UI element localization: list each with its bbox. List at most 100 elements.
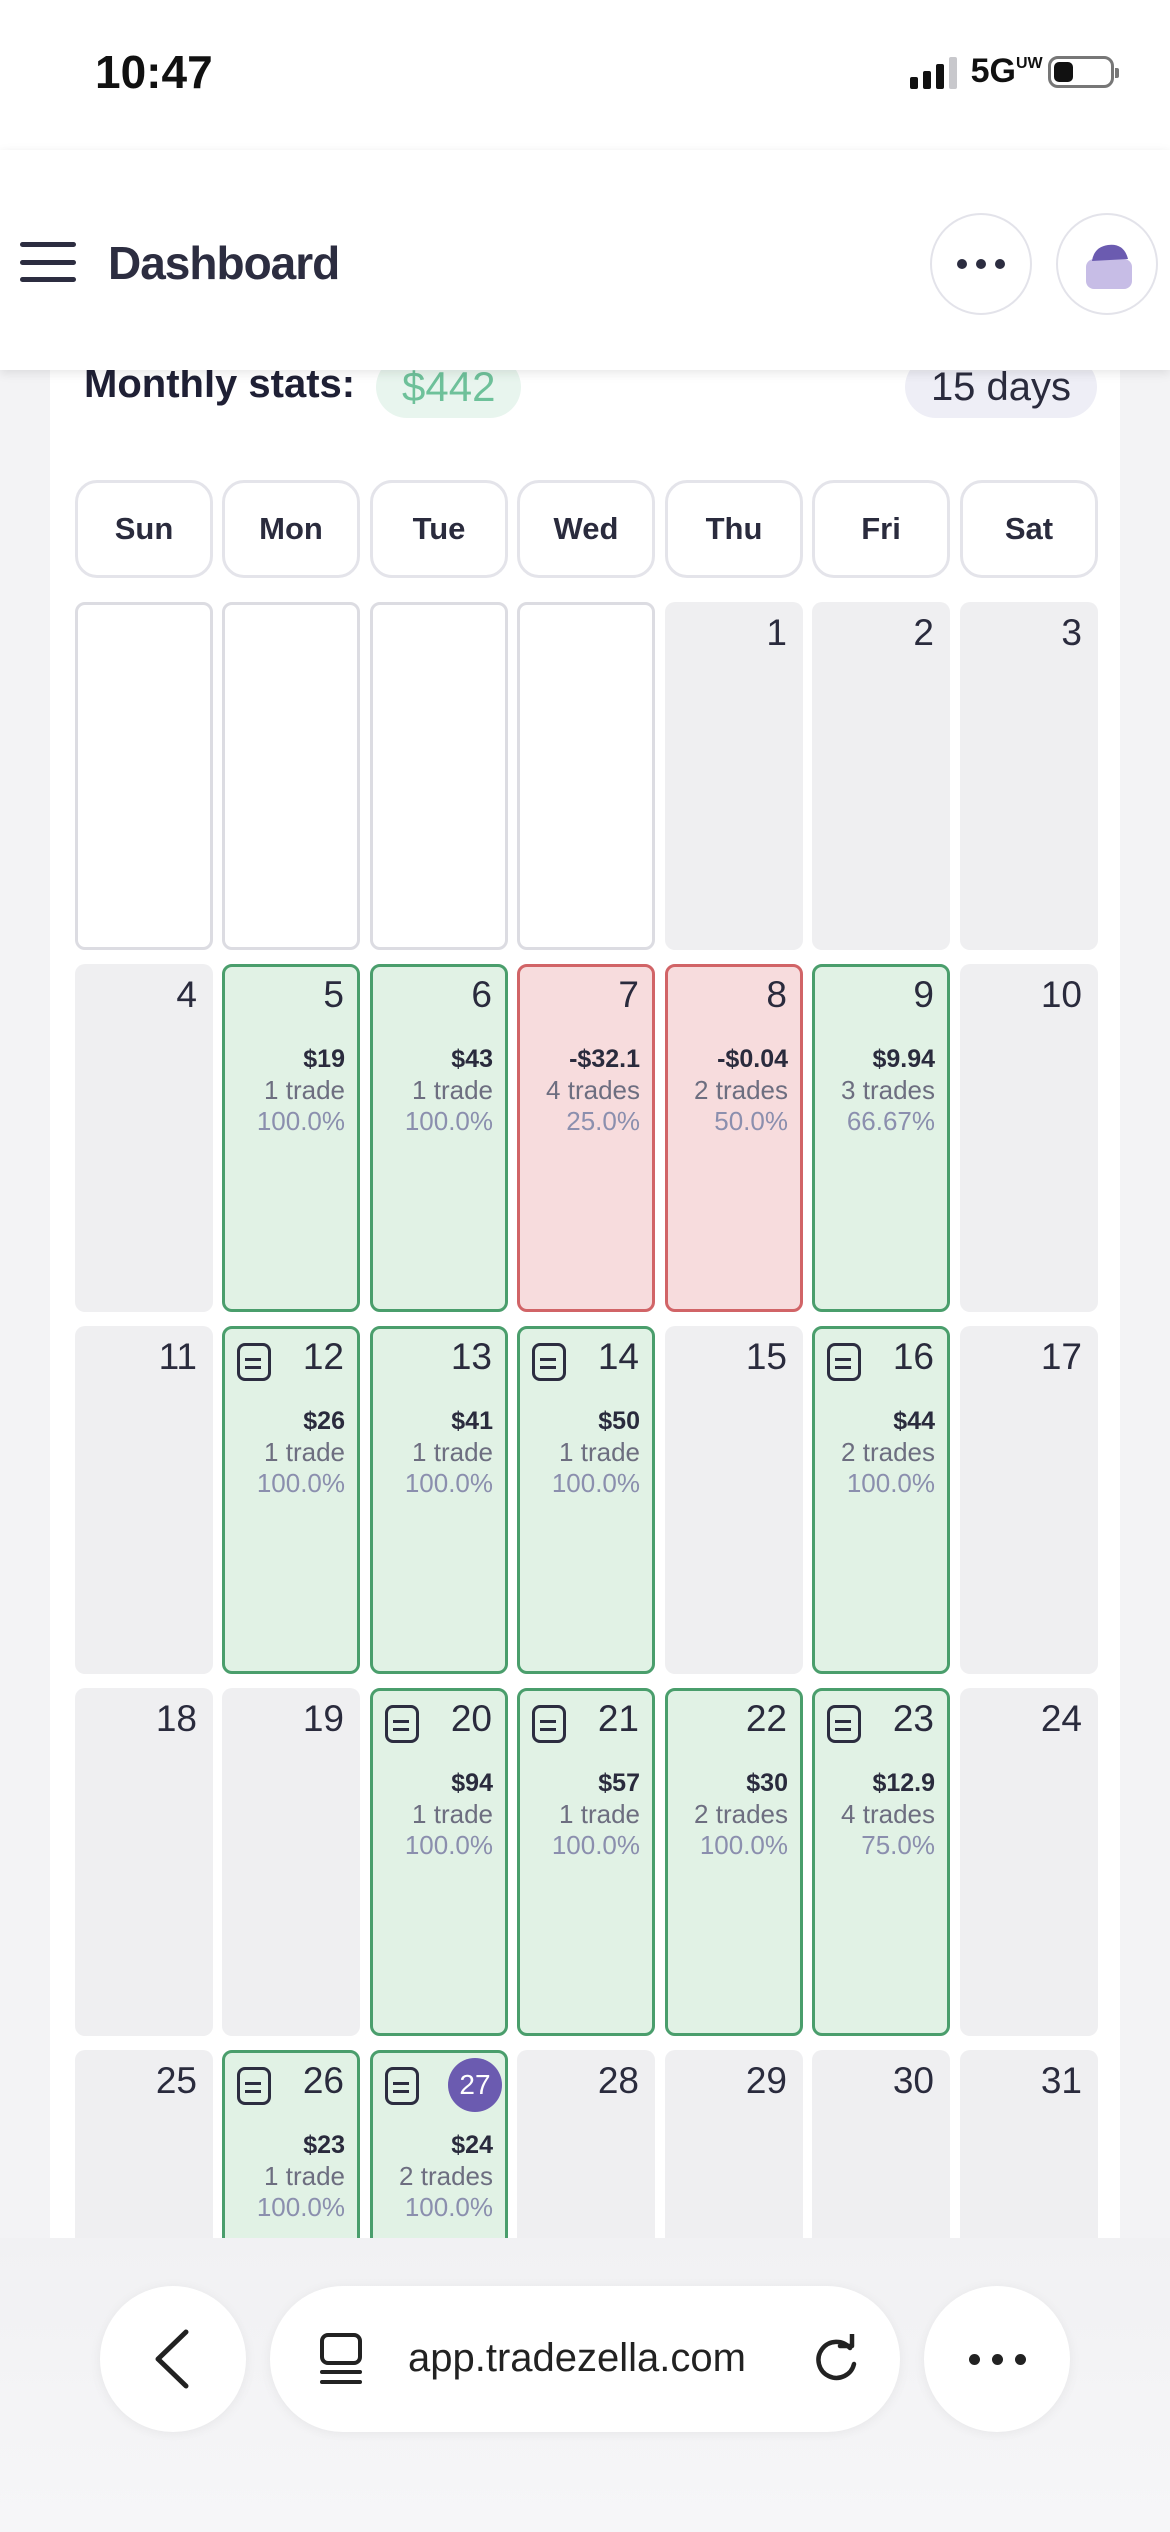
- day-stats: $30 2 trades 100.0%: [694, 1767, 788, 1861]
- day-stats: $44 2 trades 100.0%: [841, 1405, 935, 1499]
- day-trade-count: 1 trade: [559, 1437, 640, 1467]
- calendar-day-15[interactable]: 15: [665, 1326, 803, 1674]
- day-stats: $12.9 4 trades 75.0%: [841, 1767, 935, 1861]
- calendar-day-22[interactable]: 22 $30 2 trades 100.0%: [665, 1688, 803, 2036]
- daily-note-icon[interactable]: [385, 1705, 419, 1743]
- day-win-rate: 75.0%: [861, 1830, 935, 1860]
- day-number: 4: [176, 974, 197, 1015]
- day-trade-count: 1 trade: [412, 1437, 493, 1467]
- daily-note-icon[interactable]: [827, 1705, 861, 1743]
- calendar-day-18[interactable]: 18: [75, 1688, 213, 2036]
- calendar-day-19[interactable]: 19: [222, 1688, 360, 2036]
- day-win-rate: 100.0%: [551, 1468, 640, 1498]
- calendar-day-14[interactable]: 14 $50 1 trade 100.0%: [517, 1326, 655, 1674]
- day-number: 20: [450, 1698, 492, 1739]
- day-trade-count: 2 trades: [841, 1437, 935, 1467]
- day-number: 5: [323, 974, 344, 1015]
- network-indicator: 5GUW: [971, 52, 1043, 91]
- avatar-button[interactable]: [1056, 213, 1158, 315]
- day-number: 3: [1061, 612, 1082, 653]
- calendar-day-2[interactable]: 2: [812, 602, 950, 950]
- day-number: 8: [766, 974, 787, 1015]
- day-stats: $94 1 trade 100.0%: [405, 1767, 493, 1861]
- day-number: 25: [155, 2060, 197, 2101]
- daily-note-icon[interactable]: [237, 2067, 271, 2105]
- day-number: 16: [892, 1336, 934, 1377]
- day-win-rate: 100.0%: [846, 1468, 935, 1498]
- calendar-day-13[interactable]: 13 $41 1 trade 100.0%: [370, 1326, 508, 1674]
- daily-note-icon[interactable]: [532, 1705, 566, 1743]
- browser-menu-button[interactable]: [924, 2286, 1070, 2432]
- calendar-day-17[interactable]: 17: [960, 1326, 1098, 1674]
- weekday-tue: Tue: [370, 480, 508, 578]
- daily-note-icon[interactable]: [827, 1343, 861, 1381]
- day-number: 10: [1040, 974, 1082, 1015]
- calendar-day-23[interactable]: 23 $12.9 4 trades 75.0%: [812, 1688, 950, 2036]
- day-trade-count: 1 trade: [559, 1799, 640, 1829]
- menu-icon[interactable]: [20, 242, 76, 282]
- back-button[interactable]: [100, 2286, 246, 2432]
- calendar-day-20[interactable]: 20 $94 1 trade 100.0%: [370, 1688, 508, 2036]
- day-pnl: $41: [451, 1407, 493, 1435]
- day-pnl: $23: [303, 2131, 345, 2159]
- day-trade-count: 4 trades: [841, 1799, 935, 1829]
- calendar-day-7[interactable]: 7 -$32.1 4 trades 25.0%: [517, 964, 655, 1312]
- calendar-day-9[interactable]: 9 $9.94 3 trades 66.67%: [812, 964, 950, 1312]
- weekday-sun: Sun: [75, 480, 213, 578]
- day-pnl: $9.94: [872, 1045, 935, 1073]
- calendar-day-3[interactable]: 3: [960, 602, 1098, 950]
- tab-icon: [320, 2333, 362, 2384]
- day-trade-count: 2 trades: [399, 2161, 493, 2191]
- day-number: 13: [450, 1336, 492, 1377]
- day-stats: $19 1 trade 100.0%: [257, 1043, 345, 1137]
- calendar-day-1[interactable]: 1: [665, 602, 803, 950]
- status-time: 10:47: [95, 46, 213, 98]
- daily-note-icon[interactable]: [237, 1343, 271, 1381]
- day-number: 14: [597, 1336, 639, 1377]
- day-number: 31: [1040, 2060, 1082, 2101]
- day-number: 23: [892, 1698, 934, 1739]
- calendar-day-6[interactable]: 6 $43 1 trade 100.0%: [370, 964, 508, 1312]
- day-number: 17: [1040, 1336, 1082, 1377]
- day-number: 1: [766, 612, 787, 653]
- daily-note-icon[interactable]: [385, 2067, 419, 2105]
- calendar-day-11[interactable]: 11: [75, 1326, 213, 1674]
- more-options-button[interactable]: [930, 213, 1032, 315]
- daily-note-icon[interactable]: [532, 1343, 566, 1381]
- day-win-rate: 100.0%: [256, 2192, 345, 2222]
- status-bar: 10:47 5GUW: [0, 0, 1170, 150]
- day-win-rate: 100.0%: [699, 1830, 788, 1860]
- calendar-day-10[interactable]: 10: [960, 964, 1098, 1312]
- page-title: Dashboard: [108, 237, 340, 289]
- calendar-day-12[interactable]: 12 $26 1 trade 100.0%: [222, 1326, 360, 1674]
- day-number: 9: [913, 974, 934, 1015]
- day-win-rate: 100.0%: [256, 1106, 345, 1136]
- day-number: 26: [302, 2060, 344, 2101]
- day-pnl: $19: [303, 1045, 345, 1073]
- app-header: Dashboard: [0, 150, 1170, 370]
- calendar-day-24[interactable]: 24: [960, 1688, 1098, 2036]
- chevron-left-icon: [155, 2329, 189, 2389]
- day-number: 7: [618, 974, 639, 1015]
- address-bar[interactable]: app.tradezella.com: [270, 2286, 900, 2432]
- day-pnl: $94: [451, 1769, 493, 1797]
- day-stats: $26 1 trade 100.0%: [257, 1405, 345, 1499]
- day-stats: $23 1 trade 100.0%: [257, 2129, 345, 2223]
- day-win-rate: 100.0%: [404, 1468, 493, 1498]
- reload-icon[interactable]: [810, 2334, 862, 2386]
- weekday-thu: Thu: [665, 480, 803, 578]
- calendar-day-4[interactable]: 4: [75, 964, 213, 1312]
- day-trade-count: 2 trades: [694, 1799, 788, 1829]
- calendar-day-21[interactable]: 21 $57 1 trade 100.0%: [517, 1688, 655, 2036]
- day-number: 12: [302, 1336, 344, 1377]
- day-stats: -$0.04 2 trades 50.0%: [694, 1043, 788, 1137]
- day-pnl: $44: [893, 1407, 935, 1435]
- calendar-day-5[interactable]: 5 $19 1 trade 100.0%: [222, 964, 360, 1312]
- day-pnl: -$0.04: [717, 1045, 788, 1073]
- day-win-rate: 25.0%: [566, 1106, 640, 1136]
- weekday-fri: Fri: [812, 480, 950, 578]
- calendar-day-8[interactable]: 8 -$0.04 2 trades 50.0%: [665, 964, 803, 1312]
- avatar-icon: [1086, 244, 1132, 289]
- calendar-day-16[interactable]: 16 $44 2 trades 100.0%: [812, 1326, 950, 1674]
- day-win-rate: 100.0%: [404, 1106, 493, 1136]
